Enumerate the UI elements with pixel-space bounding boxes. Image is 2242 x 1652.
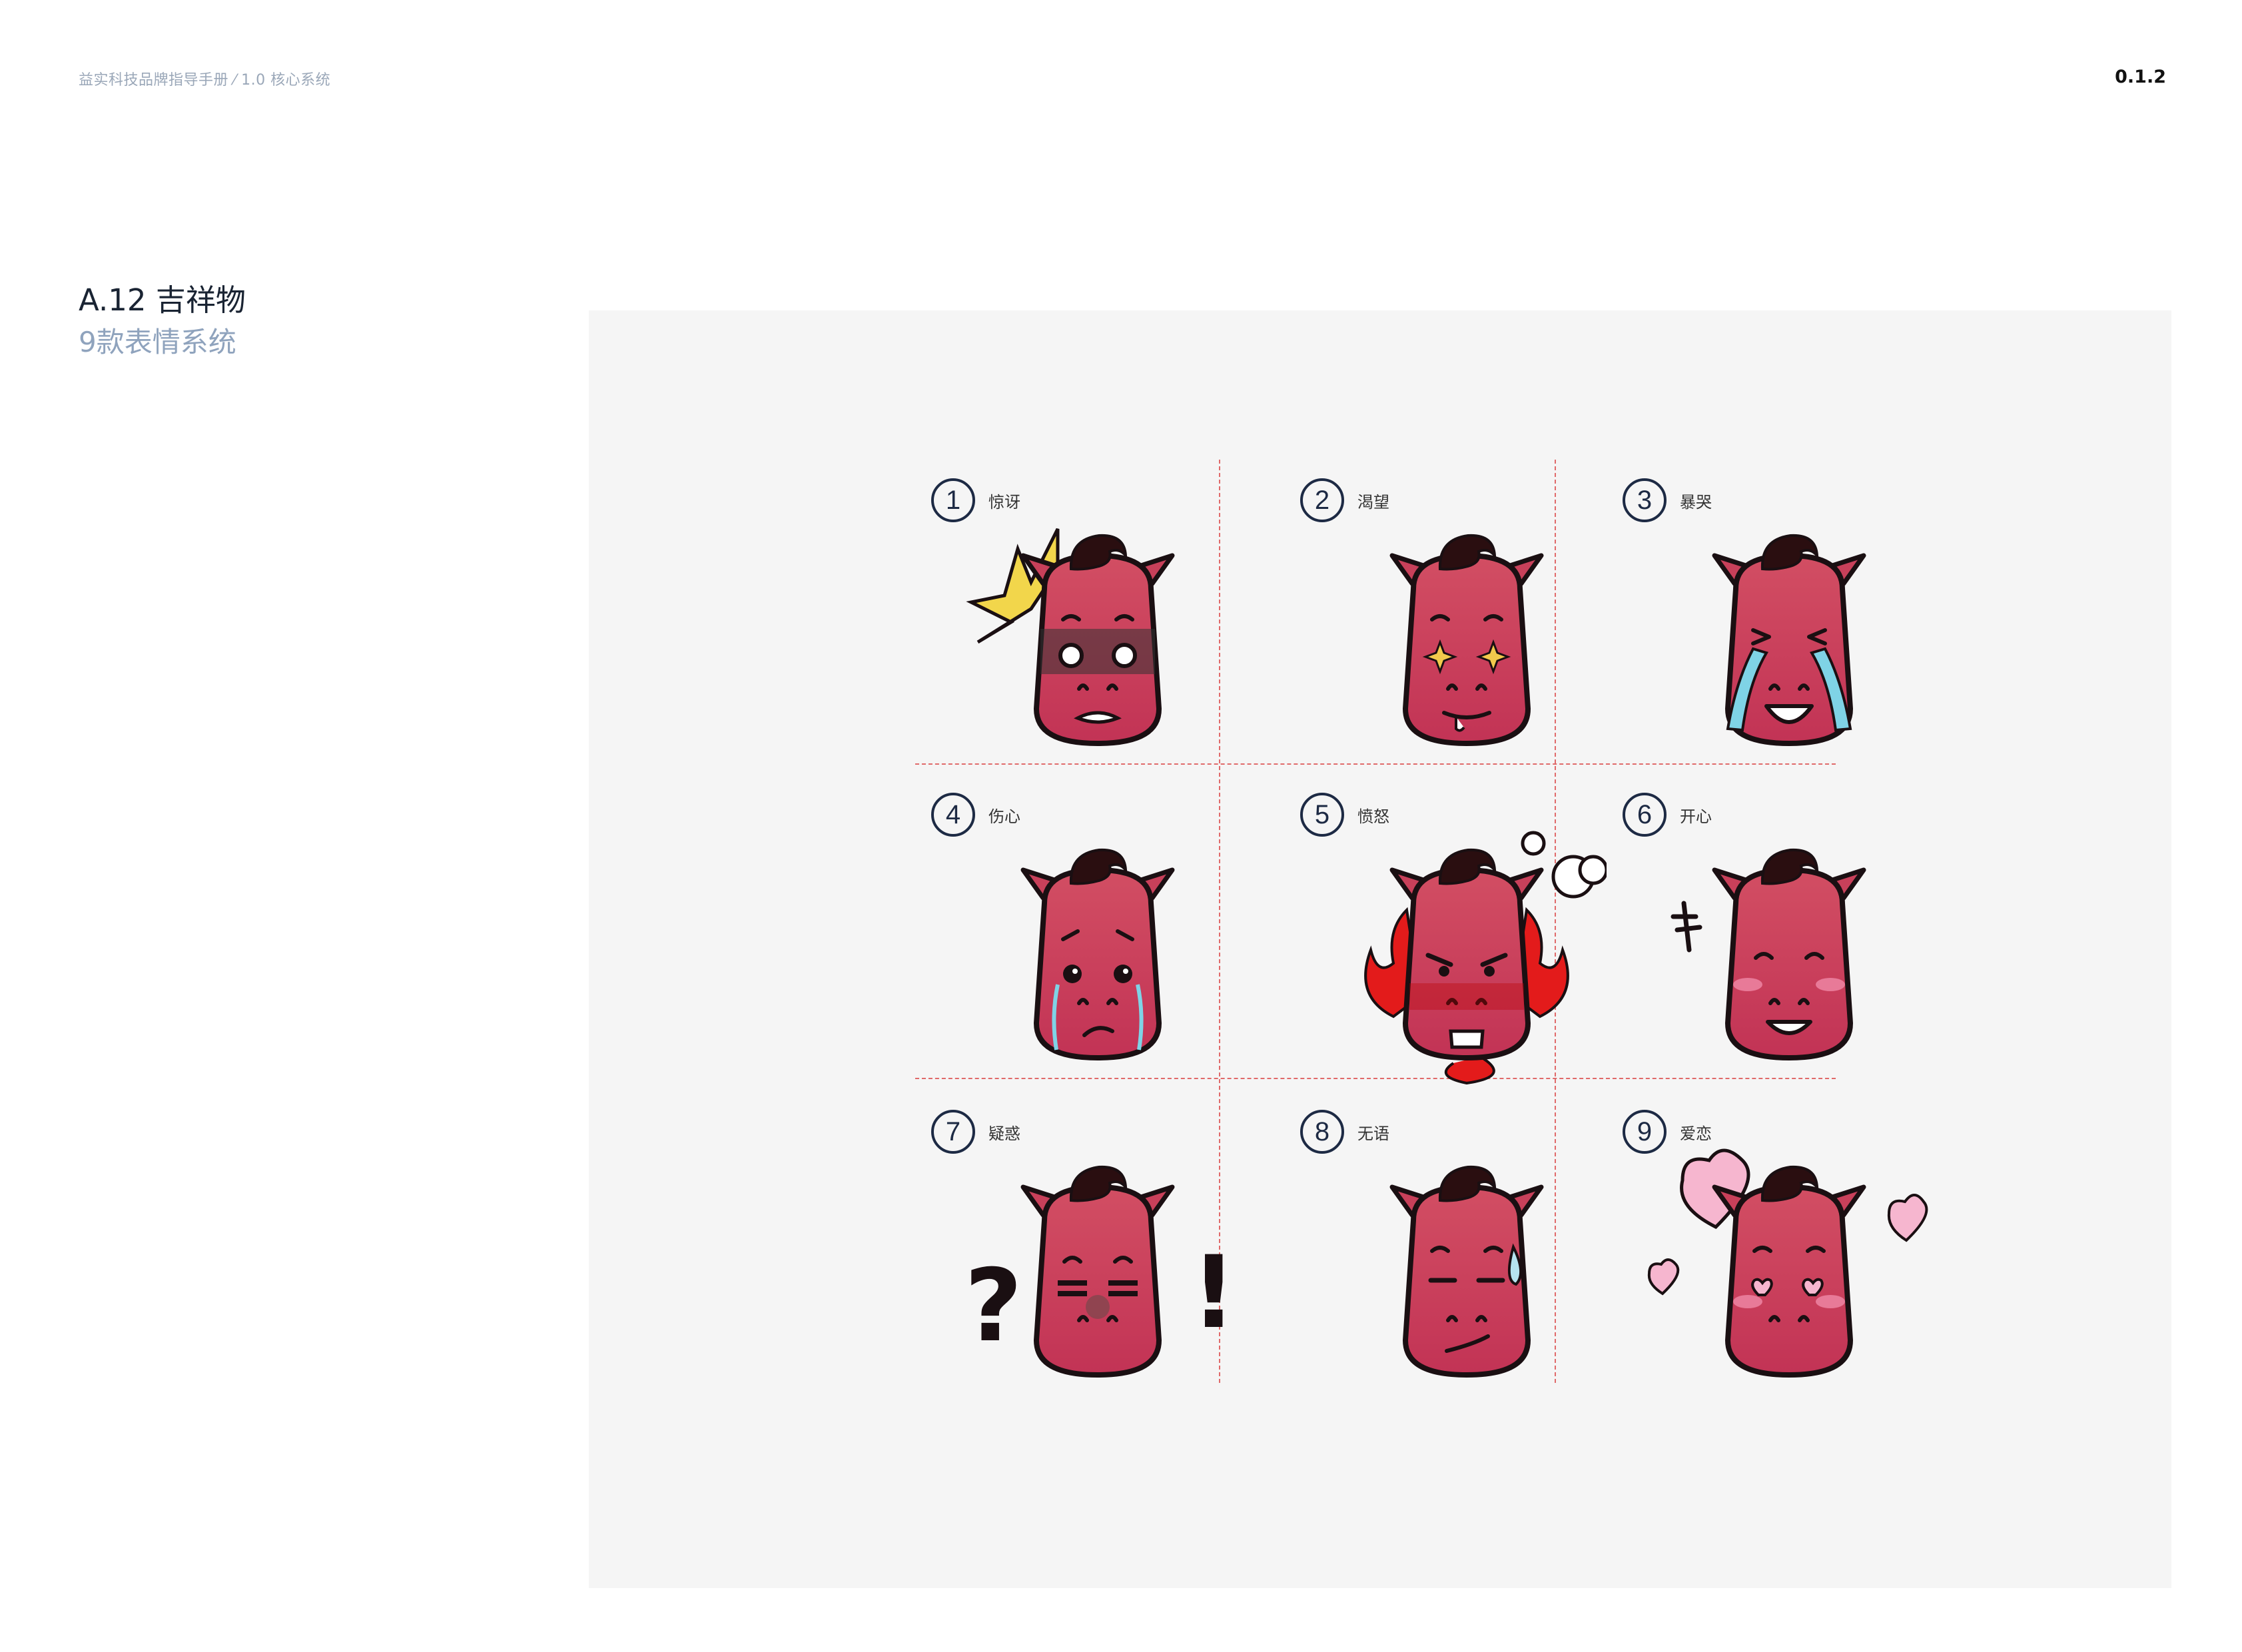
emotion-cell: 2 渴望 bbox=[1294, 462, 1607, 775]
page-number: 0.1.2 bbox=[2115, 67, 2166, 87]
section-title: A.12 吉祥物 bbox=[79, 282, 246, 318]
emotion-cell: 3 暴哭 bbox=[1616, 462, 1929, 775]
emotion-cell: 1 惊讶 bbox=[925, 462, 1238, 775]
emotion-cell: 7 疑惑 ? ! bbox=[925, 1094, 1238, 1407]
sad-mascot-icon bbox=[1020, 848, 1175, 1061]
emotion-cell: 5 愤怒 bbox=[1294, 777, 1607, 1090]
breadcrumb: 益实科技品牌指导手册 ⁄ 1.0 核心系统 bbox=[79, 72, 331, 89]
angry-mascot-icon bbox=[1364, 831, 1607, 1085]
speechless-mascot-icon bbox=[1389, 1165, 1544, 1378]
love-mascot-icon bbox=[1647, 1148, 1928, 1378]
emotion-cell: 4 伤心 bbox=[925, 777, 1238, 1090]
svg-text:!: ! bbox=[1191, 1235, 1236, 1351]
happy-mascot-icon bbox=[1671, 848, 1866, 1061]
mascot-panel: 1 惊讶 2 渴望 3 暴哭 4 伤心 5 愤怒 6 开心 7 疑惑 ? ! 8… bbox=[589, 310, 2171, 1588]
crying-mascot-icon bbox=[1712, 534, 1866, 747]
confused-mascot-icon: ? ! bbox=[964, 1165, 1236, 1378]
section-subtitle: 9款表情系统 bbox=[79, 326, 236, 358]
svg-text:?: ? bbox=[964, 1248, 1022, 1364]
longing-mascot-icon bbox=[1389, 534, 1544, 747]
emotion-cell: 6 开心 bbox=[1616, 777, 1929, 1090]
emotion-cell: 8 无语 bbox=[1294, 1094, 1607, 1407]
emotion-cell: 9 爱恋 bbox=[1616, 1094, 1929, 1407]
surprised-mascot-icon bbox=[966, 528, 1175, 747]
